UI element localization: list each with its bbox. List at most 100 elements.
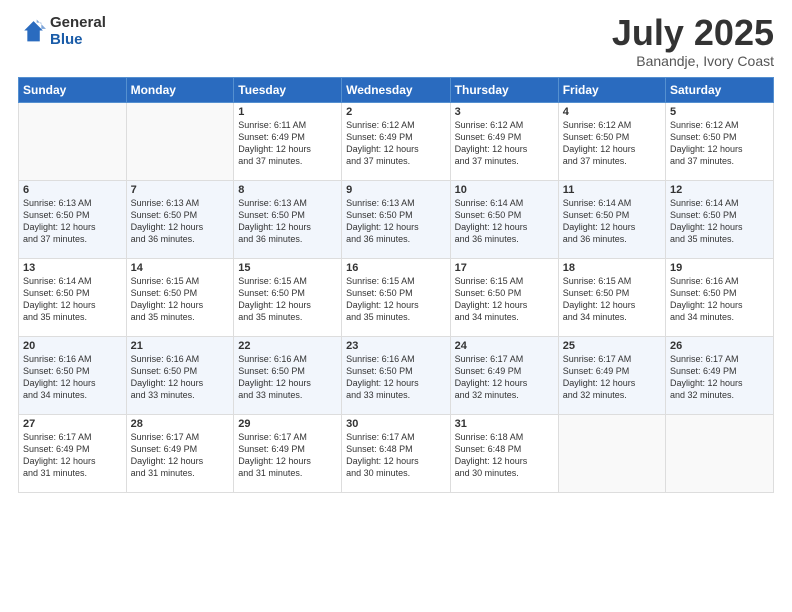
- sunset-text: Sunset: 6:49 PM: [346, 132, 413, 142]
- daylight-minutes-text: and 30 minutes.: [455, 468, 519, 478]
- table-row: 25Sunrise: 6:17 AMSunset: 6:49 PMDayligh…: [558, 337, 665, 415]
- calendar-week-row: 13Sunrise: 6:14 AMSunset: 6:50 PMDayligh…: [19, 259, 774, 337]
- sunset-text: Sunset: 6:49 PM: [563, 366, 630, 376]
- table-row: 7Sunrise: 6:13 AMSunset: 6:50 PMDaylight…: [126, 181, 234, 259]
- daylight-minutes-text: and 31 minutes.: [23, 468, 87, 478]
- table-row: 12Sunrise: 6:14 AMSunset: 6:50 PMDayligh…: [666, 181, 774, 259]
- sunset-text: Sunset: 6:50 PM: [23, 288, 90, 298]
- day-number: 22: [238, 340, 337, 352]
- calendar-week-row: 20Sunrise: 6:16 AMSunset: 6:50 PMDayligh…: [19, 337, 774, 415]
- daylight-hours-text: Daylight: 12 hours: [131, 300, 204, 310]
- daylight-minutes-text: and 37 minutes.: [346, 156, 410, 166]
- sunrise-text: Sunrise: 6:15 AM: [563, 276, 632, 286]
- sunset-text: Sunset: 6:49 PM: [131, 444, 198, 454]
- daylight-hours-text: Daylight: 12 hours: [455, 144, 528, 154]
- daylight-minutes-text: and 37 minutes.: [563, 156, 627, 166]
- logo: General Blue: [18, 15, 106, 48]
- day-info: Sunrise: 6:16 AMSunset: 6:50 PMDaylight:…: [238, 353, 337, 402]
- day-number: 23: [346, 340, 446, 352]
- title-block: July 2025 Banandje, Ivory Coast: [612, 15, 774, 69]
- day-number: 2: [346, 106, 446, 118]
- header: General Blue July 2025 Banandje, Ivory C…: [18, 15, 774, 69]
- sunrise-text: Sunrise: 6:14 AM: [670, 198, 739, 208]
- sunrise-text: Sunrise: 6:17 AM: [238, 432, 307, 442]
- sunset-text: Sunset: 6:48 PM: [346, 444, 413, 454]
- day-info: Sunrise: 6:17 AMSunset: 6:49 PMDaylight:…: [455, 353, 554, 402]
- daylight-minutes-text: and 36 minutes.: [131, 234, 195, 244]
- sunset-text: Sunset: 6:50 PM: [131, 366, 198, 376]
- sunset-text: Sunset: 6:50 PM: [131, 288, 198, 298]
- daylight-hours-text: Daylight: 12 hours: [23, 300, 96, 310]
- sunset-text: Sunset: 6:50 PM: [455, 288, 522, 298]
- day-info: Sunrise: 6:13 AMSunset: 6:50 PMDaylight:…: [131, 197, 230, 246]
- daylight-minutes-text: and 33 minutes.: [238, 390, 302, 400]
- day-info: Sunrise: 6:17 AMSunset: 6:49 PMDaylight:…: [131, 431, 230, 480]
- sunrise-text: Sunrise: 6:12 AM: [563, 120, 632, 130]
- table-row: 4Sunrise: 6:12 AMSunset: 6:50 PMDaylight…: [558, 103, 665, 181]
- header-friday: Friday: [558, 78, 665, 103]
- day-info: Sunrise: 6:13 AMSunset: 6:50 PMDaylight:…: [23, 197, 122, 246]
- header-monday: Monday: [126, 78, 234, 103]
- daylight-hours-text: Daylight: 12 hours: [346, 300, 419, 310]
- sunset-text: Sunset: 6:50 PM: [563, 210, 630, 220]
- sunrise-text: Sunrise: 6:17 AM: [23, 432, 92, 442]
- daylight-hours-text: Daylight: 12 hours: [670, 144, 743, 154]
- day-number: 20: [23, 340, 122, 352]
- sunset-text: Sunset: 6:50 PM: [346, 366, 413, 376]
- sunrise-text: Sunrise: 6:15 AM: [238, 276, 307, 286]
- sunset-text: Sunset: 6:50 PM: [238, 210, 305, 220]
- header-thursday: Thursday: [450, 78, 558, 103]
- day-number: 30: [346, 418, 446, 430]
- table-row: 1Sunrise: 6:11 AMSunset: 6:49 PMDaylight…: [234, 103, 342, 181]
- day-number: 8: [238, 184, 337, 196]
- day-info: Sunrise: 6:16 AMSunset: 6:50 PMDaylight:…: [23, 353, 122, 402]
- day-info: Sunrise: 6:12 AMSunset: 6:50 PMDaylight:…: [670, 119, 769, 168]
- calendar-week-row: 6Sunrise: 6:13 AMSunset: 6:50 PMDaylight…: [19, 181, 774, 259]
- logo-general-text: General: [50, 15, 106, 32]
- daylight-minutes-text: and 37 minutes.: [670, 156, 734, 166]
- table-row: 30Sunrise: 6:17 AMSunset: 6:48 PMDayligh…: [342, 415, 451, 493]
- table-row: 29Sunrise: 6:17 AMSunset: 6:49 PMDayligh…: [234, 415, 342, 493]
- sunrise-text: Sunrise: 6:16 AM: [346, 354, 415, 364]
- table-row: 23Sunrise: 6:16 AMSunset: 6:50 PMDayligh…: [342, 337, 451, 415]
- day-number: 19: [670, 262, 769, 274]
- calendar-header-row: Sunday Monday Tuesday Wednesday Thursday…: [19, 78, 774, 103]
- daylight-minutes-text: and 31 minutes.: [131, 468, 195, 478]
- day-number: 21: [131, 340, 230, 352]
- day-number: 3: [455, 106, 554, 118]
- daylight-minutes-text: and 36 minutes.: [563, 234, 627, 244]
- table-row: [19, 103, 127, 181]
- sunset-text: Sunset: 6:50 PM: [238, 366, 305, 376]
- day-number: 6: [23, 184, 122, 196]
- daylight-hours-text: Daylight: 12 hours: [346, 456, 419, 466]
- table-row: 5Sunrise: 6:12 AMSunset: 6:50 PMDaylight…: [666, 103, 774, 181]
- daylight-minutes-text: and 35 minutes.: [238, 312, 302, 322]
- daylight-minutes-text: and 36 minutes.: [238, 234, 302, 244]
- month-title: July 2025: [612, 15, 774, 51]
- day-info: Sunrise: 6:14 AMSunset: 6:50 PMDaylight:…: [23, 275, 122, 324]
- table-row: 24Sunrise: 6:17 AMSunset: 6:49 PMDayligh…: [450, 337, 558, 415]
- daylight-hours-text: Daylight: 12 hours: [455, 222, 528, 232]
- day-info: Sunrise: 6:17 AMSunset: 6:49 PMDaylight:…: [23, 431, 122, 480]
- table-row: 15Sunrise: 6:15 AMSunset: 6:50 PMDayligh…: [234, 259, 342, 337]
- daylight-hours-text: Daylight: 12 hours: [131, 456, 204, 466]
- daylight-hours-text: Daylight: 12 hours: [563, 222, 636, 232]
- day-info: Sunrise: 6:15 AMSunset: 6:50 PMDaylight:…: [346, 275, 446, 324]
- sunrise-text: Sunrise: 6:17 AM: [670, 354, 739, 364]
- sunrise-text: Sunrise: 6:13 AM: [23, 198, 92, 208]
- day-info: Sunrise: 6:17 AMSunset: 6:49 PMDaylight:…: [670, 353, 769, 402]
- sunset-text: Sunset: 6:50 PM: [131, 210, 198, 220]
- day-number: 16: [346, 262, 446, 274]
- sunset-text: Sunset: 6:49 PM: [238, 132, 305, 142]
- calendar-week-row: 27Sunrise: 6:17 AMSunset: 6:49 PMDayligh…: [19, 415, 774, 493]
- day-info: Sunrise: 6:14 AMSunset: 6:50 PMDaylight:…: [455, 197, 554, 246]
- table-row: 10Sunrise: 6:14 AMSunset: 6:50 PMDayligh…: [450, 181, 558, 259]
- sunrise-text: Sunrise: 6:12 AM: [346, 120, 415, 130]
- day-number: 28: [131, 418, 230, 430]
- day-info: Sunrise: 6:17 AMSunset: 6:49 PMDaylight:…: [563, 353, 661, 402]
- table-row: 17Sunrise: 6:15 AMSunset: 6:50 PMDayligh…: [450, 259, 558, 337]
- day-info: Sunrise: 6:16 AMSunset: 6:50 PMDaylight:…: [131, 353, 230, 402]
- day-number: 13: [23, 262, 122, 274]
- day-number: 26: [670, 340, 769, 352]
- day-number: 12: [670, 184, 769, 196]
